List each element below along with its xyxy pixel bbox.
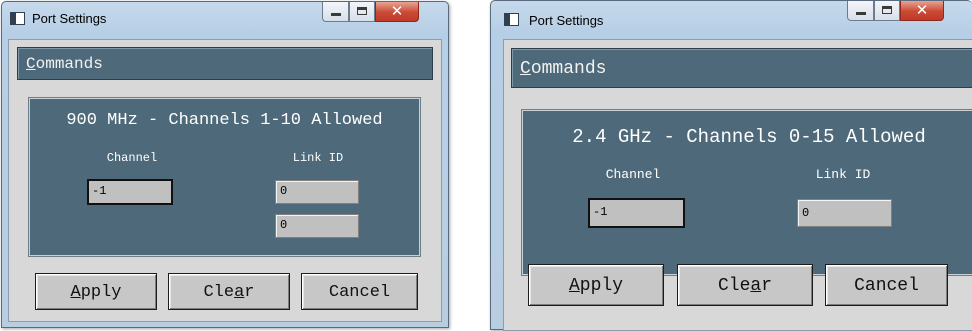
channel-label: Channel	[106, 151, 158, 165]
close-icon: ✕	[390, 2, 404, 20]
apply-button-label: Apply	[568, 276, 624, 296]
clear-button[interactable]: Clear	[677, 264, 813, 306]
band-title: 2.4 GHz - Channels 0-15 Allowed	[572, 126, 926, 148]
link-id-label: Link ID	[292, 151, 344, 165]
port-settings-window-2-4ghz: Port Settings ✕ Commands 2.4 GHz - Chann…	[490, 0, 972, 331]
minimize-button[interactable]	[847, 1, 874, 21]
commands-menu-label: Commands	[26, 55, 103, 73]
close-button[interactable]: ✕	[900, 1, 944, 21]
minimize-button[interactable]	[322, 2, 349, 22]
commands-menu-label: Commands	[520, 59, 607, 79]
link-id-input-2[interactable]: 0	[275, 214, 359, 238]
channel-label: Channel	[605, 167, 661, 182]
clear-button[interactable]: Clear	[168, 273, 290, 310]
commands-menu[interactable]: Commands	[511, 48, 972, 88]
maximize-icon	[357, 7, 367, 15]
app-window-icon	[10, 12, 25, 25]
port-settings-window-900mhz: Port Settings ✕ Commands 900 MHz - Chann…	[1, 1, 449, 328]
channel-settings-panel: 2.4 GHz - Channels 0-15 Allowed Channel …	[521, 109, 972, 276]
window-title: Port Settings	[529, 13, 604, 28]
close-icon: ✕	[915, 1, 929, 19]
link-id-input-1[interactable]: 0	[275, 180, 359, 204]
link-id-label: Link ID	[815, 167, 871, 182]
commands-menu[interactable]: Commands	[17, 47, 433, 80]
app-window-icon	[504, 13, 519, 26]
maximize-button[interactable]	[874, 1, 900, 21]
clear-button-label: Clear	[717, 276, 773, 296]
clear-button-label: Clear	[203, 283, 255, 302]
maximize-button[interactable]	[349, 2, 375, 22]
channel-settings-panel: 900 MHz - Channels 1-10 Allowed Channel …	[28, 97, 421, 257]
cancel-button-label: Cancel	[854, 276, 919, 296]
minimize-icon	[331, 13, 341, 16]
cancel-button-label: Cancel	[328, 283, 391, 302]
channel-input[interactable]: -1	[588, 198, 685, 228]
cancel-button[interactable]: Cancel	[825, 264, 948, 306]
link-id-input-1[interactable]: 0	[797, 199, 892, 227]
apply-button[interactable]: Apply	[35, 273, 157, 310]
window-title: Port Settings	[32, 11, 107, 26]
channel-input[interactable]: -1	[87, 179, 173, 205]
band-title: 900 MHz - Channels 1-10 Allowed	[66, 111, 383, 130]
dialog-client-area: Commands 900 MHz - Channels 1-10 Allowed…	[8, 39, 442, 322]
title-bar[interactable]: Port Settings ✕	[2, 2, 448, 36]
dialog-client-area: Commands 2.4 GHz - Channels 0-15 Allowed…	[503, 39, 972, 331]
apply-button[interactable]: Apply	[528, 264, 664, 306]
apply-button-label: Apply	[70, 283, 122, 302]
minimize-icon	[856, 12, 866, 15]
title-bar[interactable]: Port Settings ✕	[491, 1, 972, 35]
maximize-icon	[882, 6, 892, 14]
close-button[interactable]: ✕	[375, 2, 419, 22]
cancel-button[interactable]: Cancel	[301, 273, 418, 310]
